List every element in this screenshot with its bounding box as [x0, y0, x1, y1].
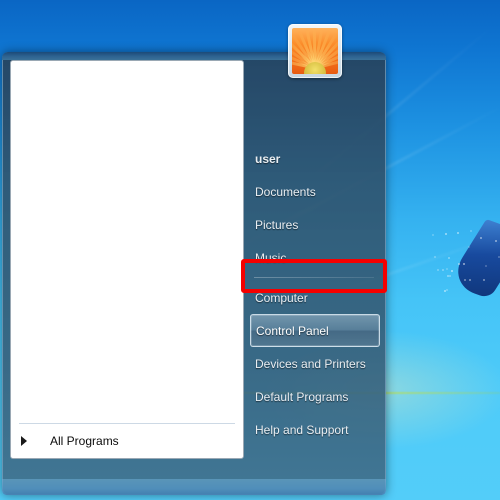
start-menu-item-label: Help and Support — [255, 423, 348, 437]
start-menu-item-devices-and-printers[interactable]: Devices and Printers — [250, 347, 380, 380]
start-menu-left-panel[interactable]: All Programs — [10, 60, 244, 459]
start-menu-item-help-and-support[interactable]: Help and Support — [250, 413, 380, 446]
desktop-wallpaper: All Programs Search programs and files u… — [0, 0, 500, 500]
start-menu-item-documents[interactable]: Documents — [250, 175, 380, 208]
start-menu-item-label: Devices and Printers — [255, 357, 366, 371]
pinned-programs-list[interactable] — [11, 61, 243, 423]
right-panel-divider — [254, 277, 374, 278]
start-menu-item-label: Computer — [255, 291, 308, 305]
start-menu-item-label: Music — [255, 251, 286, 265]
start-menu-item-label: Documents — [255, 185, 316, 199]
start-menu-item-music[interactable]: Music — [250, 241, 380, 274]
all-programs-button[interactable]: All Programs — [11, 424, 243, 458]
start-menu-item-label: Default Programs — [255, 390, 348, 404]
chevron-right-icon — [21, 436, 27, 446]
wallpaper-sparkle-dots — [430, 230, 500, 300]
start-menu-item-label: user — [255, 152, 280, 166]
flower-avatar-picture — [292, 28, 338, 74]
all-programs-label: All Programs — [50, 434, 119, 448]
start-menu[interactable]: All Programs Search programs and files u… — [2, 52, 386, 495]
start-menu-item-default-programs[interactable]: Default Programs — [250, 380, 380, 413]
start-menu-right-panel[interactable]: user Documents Pictures Music Computer Contro… — [250, 142, 380, 446]
start-menu-item-pictures[interactable]: Pictures — [250, 208, 380, 241]
start-menu-item-label: Pictures — [255, 218, 298, 232]
start-menu-item-control-panel[interactable]: Control Panel — [250, 314, 380, 347]
start-menu-bottom-band — [2, 479, 386, 495]
start-menu-item-computer[interactable]: Computer — [250, 281, 380, 314]
start-menu-item-label: Control Panel — [256, 324, 329, 338]
avatar[interactable] — [288, 24, 342, 78]
start-menu-item-user[interactable]: user — [250, 142, 380, 175]
